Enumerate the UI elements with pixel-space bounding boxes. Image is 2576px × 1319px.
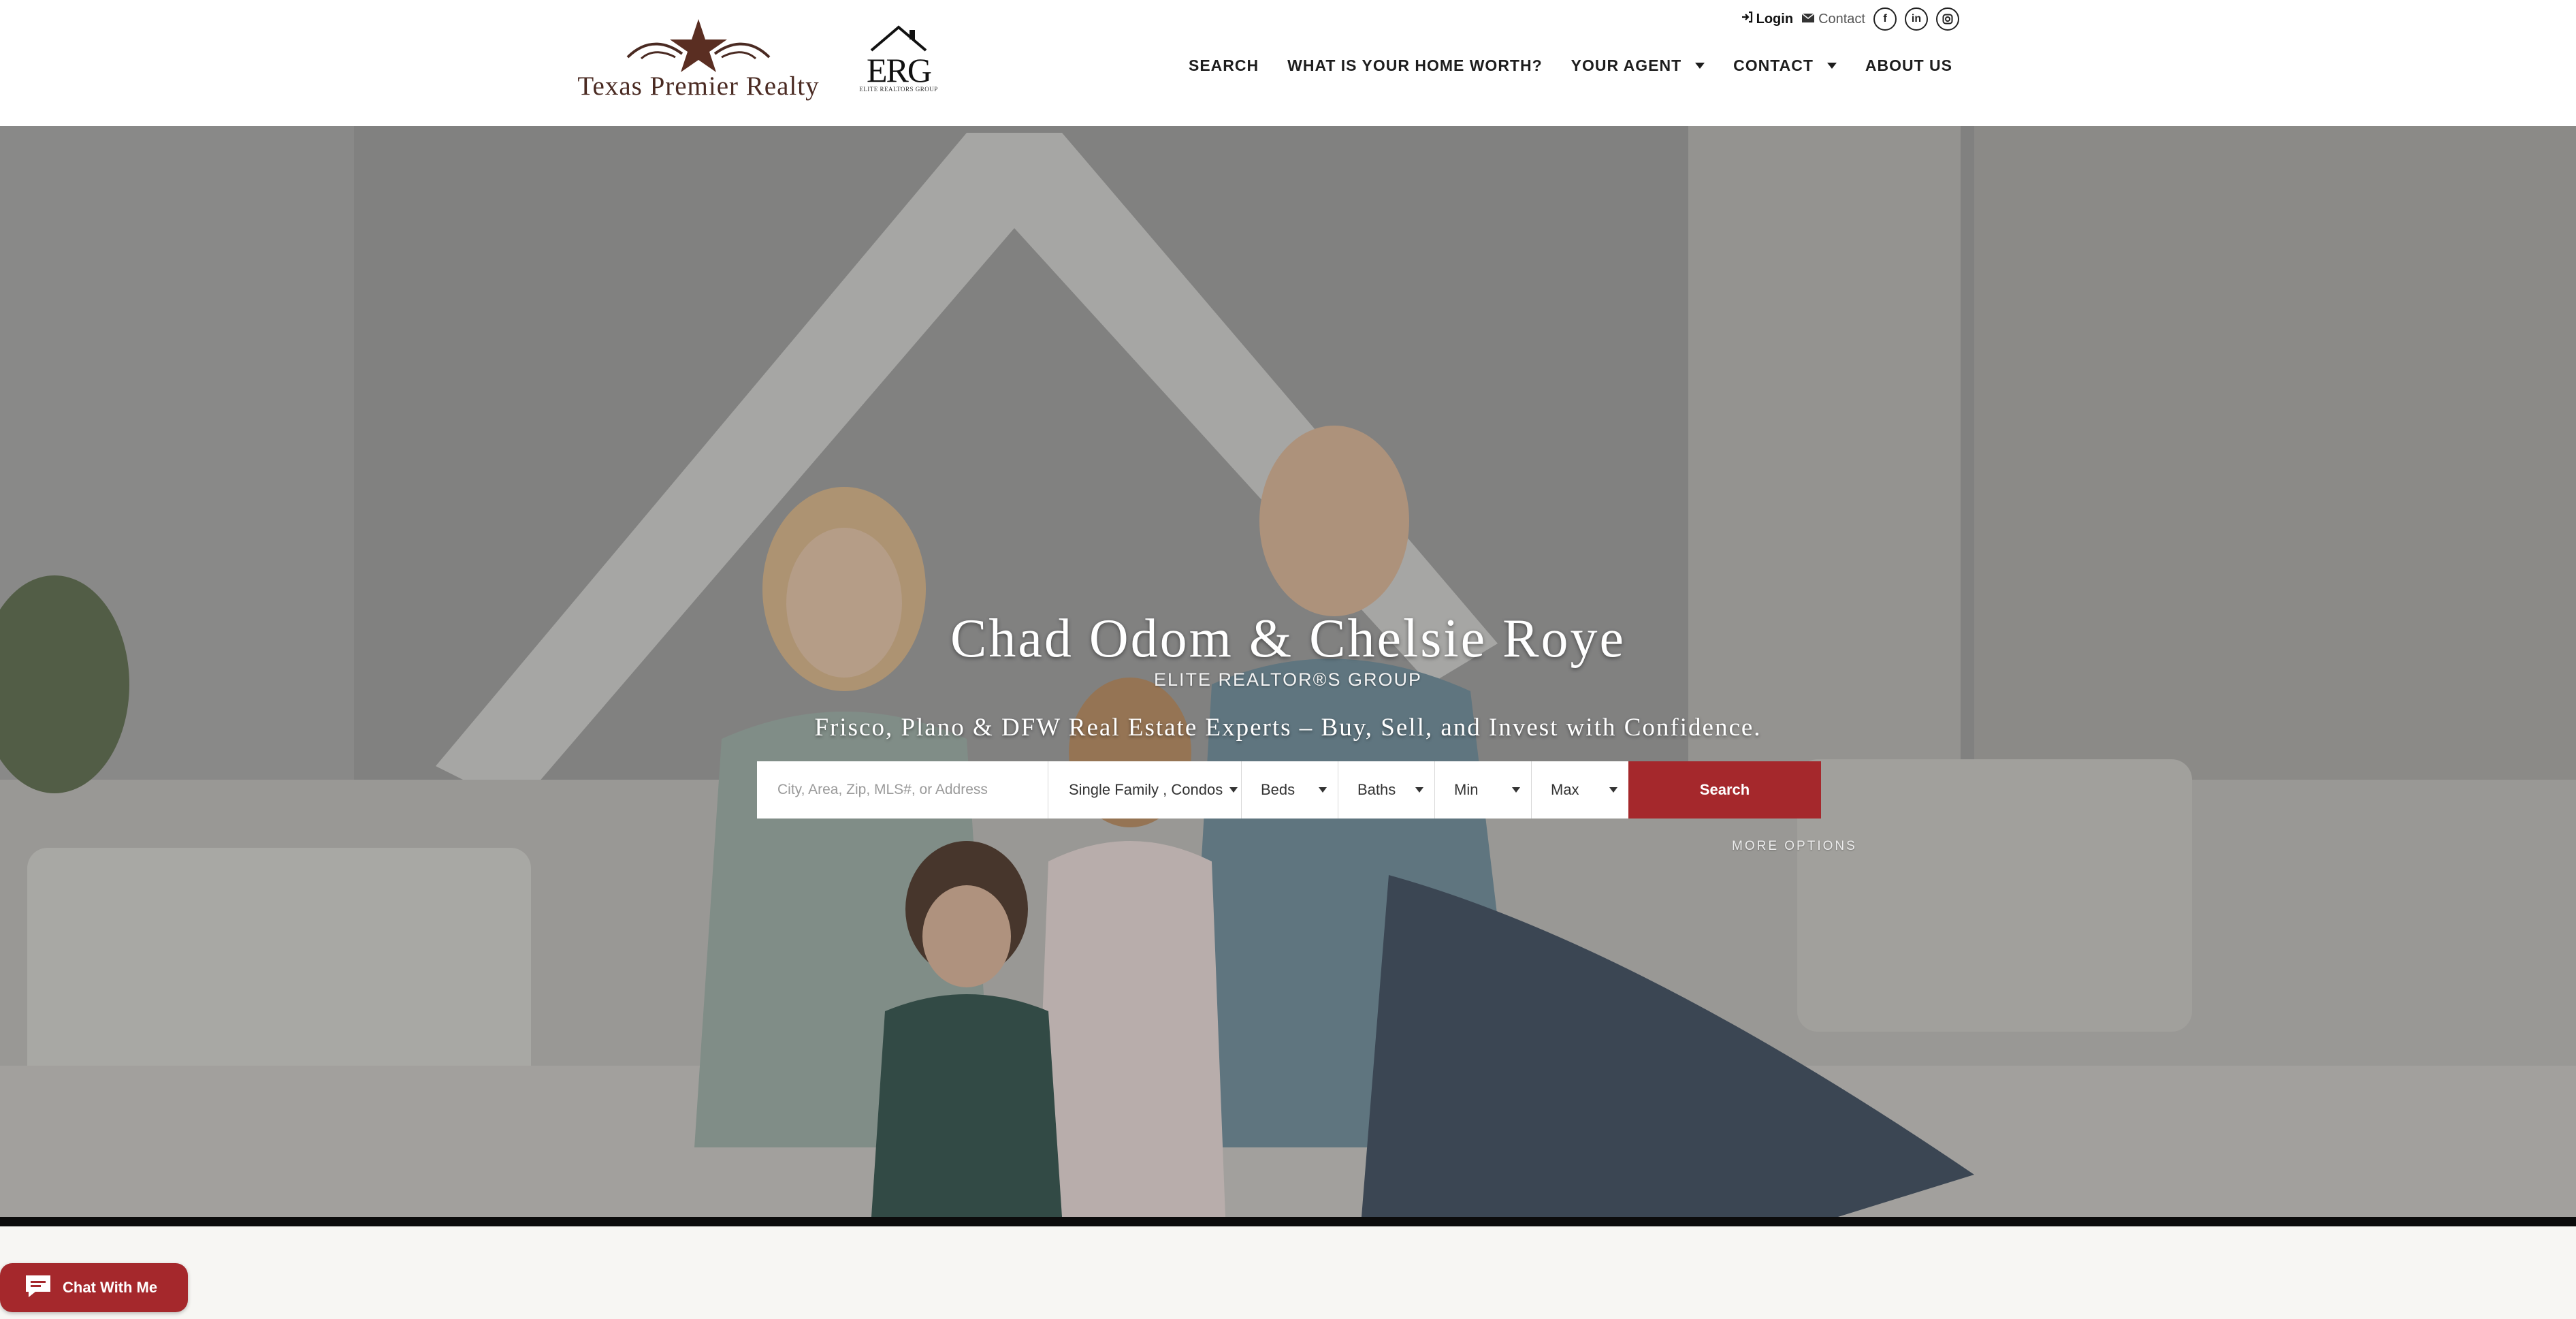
baths-value: Baths xyxy=(1357,781,1396,798)
nav-search[interactable]: SEARCH xyxy=(1189,57,1259,75)
chevron-down-icon xyxy=(1609,787,1617,793)
hero-section: Chad Odom & Chelsie Roye ELITE REALTOR®S… xyxy=(0,126,2576,1217)
envelope-icon xyxy=(1801,12,1815,27)
content-area xyxy=(0,1226,2576,1319)
nav-contact[interactable]: CONTACT xyxy=(1733,57,1837,75)
nav-home-worth[interactable]: WHAT IS YOUR HOME WORTH? xyxy=(1287,57,1543,75)
hero-subtitle: ELITE REALTOR®S GROUP xyxy=(1154,669,1422,690)
min-price-value: Min xyxy=(1454,781,1479,798)
linkedin-icon[interactable]: in xyxy=(1905,7,1928,31)
erg-subtext: ELITE REALTORS GROUP xyxy=(859,86,938,93)
hero-tagline: Frisco, Plano & DFW Real Estate Experts … xyxy=(814,714,1762,742)
erg-logo[interactable]: ERG ELITE REALTORS GROUP xyxy=(855,23,942,98)
house-roof-icon xyxy=(870,25,927,52)
star-flourish-icon xyxy=(626,19,771,72)
chevron-down-icon xyxy=(1512,787,1520,793)
login-label: Login xyxy=(1756,11,1794,27)
property-type-value: Single Family , Condos xyxy=(1069,781,1223,798)
brand-name: Texas Premier Realty xyxy=(577,71,820,101)
chevron-down-icon xyxy=(1319,787,1327,793)
login-link[interactable]: Login xyxy=(1741,11,1793,27)
nav-about-us[interactable]: ABOUT US xyxy=(1865,57,1952,75)
chevron-down-icon xyxy=(1826,62,1837,69)
contact-link[interactable]: Contact xyxy=(1801,12,1865,27)
min-price-select[interactable]: Min xyxy=(1435,761,1532,819)
nav-contact-label: CONTACT xyxy=(1733,56,1814,74)
max-price-select[interactable]: Max xyxy=(1532,761,1628,819)
instagram-icon[interactable] xyxy=(1936,7,1959,31)
facebook-icon[interactable]: f xyxy=(1873,7,1897,31)
sign-in-icon xyxy=(1741,11,1753,27)
nav-about-label: ABOUT US xyxy=(1865,56,1952,74)
site-header: Texas Premier Realty ERG ELITE REALTORS … xyxy=(0,0,2576,126)
erg-letters: ERG xyxy=(867,51,932,89)
property-search-bar: Single Family , Condos Beds Baths Min Ma… xyxy=(757,761,1821,819)
section-divider xyxy=(0,1217,2576,1226)
beds-value: Beds xyxy=(1261,781,1295,798)
hero-title: Chad Odom & Chelsie Roye xyxy=(950,609,1626,669)
search-input[interactable] xyxy=(757,761,1048,819)
nav-home-worth-label: WHAT IS YOUR HOME WORTH? xyxy=(1287,56,1543,74)
search-button[interactable]: Search xyxy=(1628,761,1821,819)
texas-premier-realty-logo[interactable]: Texas Premier Realty xyxy=(573,16,824,101)
more-options-link[interactable]: MORE OPTIONS xyxy=(1732,839,1857,854)
chevron-down-icon xyxy=(1695,62,1705,69)
chevron-down-icon xyxy=(1415,787,1423,793)
main-navigation: SEARCH WHAT IS YOUR HOME WORTH? YOUR AGE… xyxy=(1189,52,1952,79)
chat-bubble-icon xyxy=(23,1273,53,1303)
beds-select[interactable]: Beds xyxy=(1242,761,1338,819)
contact-label: Contact xyxy=(1818,11,1865,27)
nav-your-agent[interactable]: YOUR AGENT xyxy=(1571,57,1705,75)
chevron-down-icon xyxy=(1229,787,1238,793)
nav-your-agent-label: YOUR AGENT xyxy=(1571,56,1682,74)
chat-label: Chat With Me xyxy=(63,1279,158,1296)
property-type-select[interactable]: Single Family , Condos xyxy=(1048,761,1242,819)
max-price-value: Max xyxy=(1551,781,1579,798)
baths-select[interactable]: Baths xyxy=(1338,761,1435,819)
chat-button[interactable]: Chat With Me xyxy=(0,1263,188,1312)
nav-search-label: SEARCH xyxy=(1189,56,1259,74)
utility-bar: Login Contact f in xyxy=(1741,5,1959,33)
